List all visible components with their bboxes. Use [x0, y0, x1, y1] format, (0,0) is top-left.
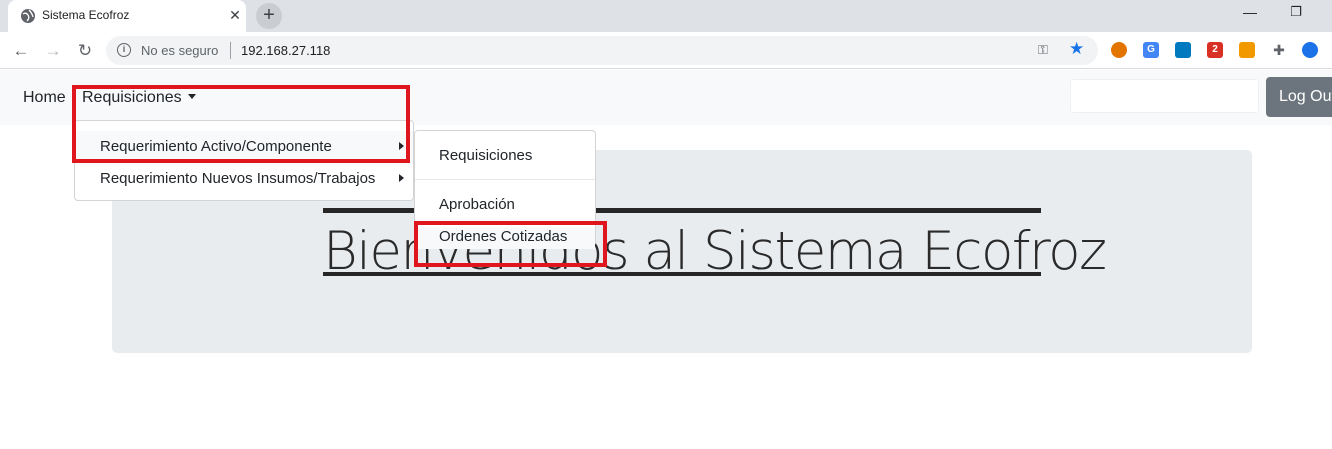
globe-icon — [21, 9, 35, 23]
highlight-box-requisiciones-menu — [72, 85, 410, 163]
title-rule-bottom — [323, 272, 1041, 276]
nav-home-link[interactable]: Home — [23, 89, 66, 107]
dropdown-item-nuevos-insumos[interactable]: Requerimiento Nuevos Insumos/Trabajos — [75, 163, 413, 195]
browser-tab[interactable]: Sistema Ecofroz ✕ — [8, 0, 246, 32]
tab-title: Sistema Ecofroz — [42, 8, 130, 22]
reload-icon[interactable]: ↻ — [73, 39, 97, 63]
extensions-puzzle-icon[interactable]: ✚ — [1271, 42, 1287, 58]
security-status[interactable]: No es seguro — [141, 43, 218, 58]
highlight-box-ordenes-cotizadas — [414, 221, 607, 267]
extension-trello-icon[interactable] — [1175, 42, 1191, 58]
minimize-window-icon[interactable]: — — [1240, 4, 1260, 24]
submenu-divider — [415, 179, 595, 180]
dropdown-item-label: Requerimiento Nuevos Insumos/Trabajos — [100, 170, 376, 187]
submenu-item-requisiciones[interactable]: Requisiciones — [415, 147, 595, 164]
logout-button[interactable]: Log Out — [1266, 77, 1332, 117]
key-icon[interactable]: ⚿ — [1038, 42, 1048, 58]
new-tab-button[interactable]: + — [256, 3, 282, 29]
url-text[interactable]: 192.168.27.118 — [241, 43, 330, 58]
back-icon[interactable]: ← — [9, 39, 33, 63]
profile-avatar[interactable] — [1302, 42, 1318, 58]
browser-tabstrip: Sistema Ecofroz ✕ + — ❐ — [0, 0, 1332, 32]
info-icon[interactable]: i — [117, 43, 131, 57]
search-input[interactable] — [1070, 79, 1259, 113]
address-bar[interactable]: i No es seguro 192.168.27.118 ⚿ ★ — [106, 36, 1098, 65]
address-separator — [230, 42, 231, 59]
extension-chrome-icon[interactable] — [1111, 42, 1127, 58]
forward-icon[interactable]: → — [41, 39, 65, 63]
close-tab-icon[interactable]: ✕ — [226, 6, 244, 24]
browser-toolbar: ← → ↻ i No es seguro 192.168.27.118 ⚿ ★ … — [0, 32, 1332, 69]
bookmark-star-icon[interactable]: ★ — [1069, 39, 1084, 59]
restore-window-icon[interactable]: ❐ — [1286, 4, 1306, 24]
extension-calendar-icon[interactable]: 2 — [1207, 42, 1223, 58]
extension-translate-icon[interactable]: G — [1143, 42, 1159, 58]
chevron-right-icon — [399, 174, 404, 182]
extension-orange-icon[interactable] — [1239, 42, 1255, 58]
submenu-item-aprobacion[interactable]: Aprobación — [415, 196, 595, 213]
